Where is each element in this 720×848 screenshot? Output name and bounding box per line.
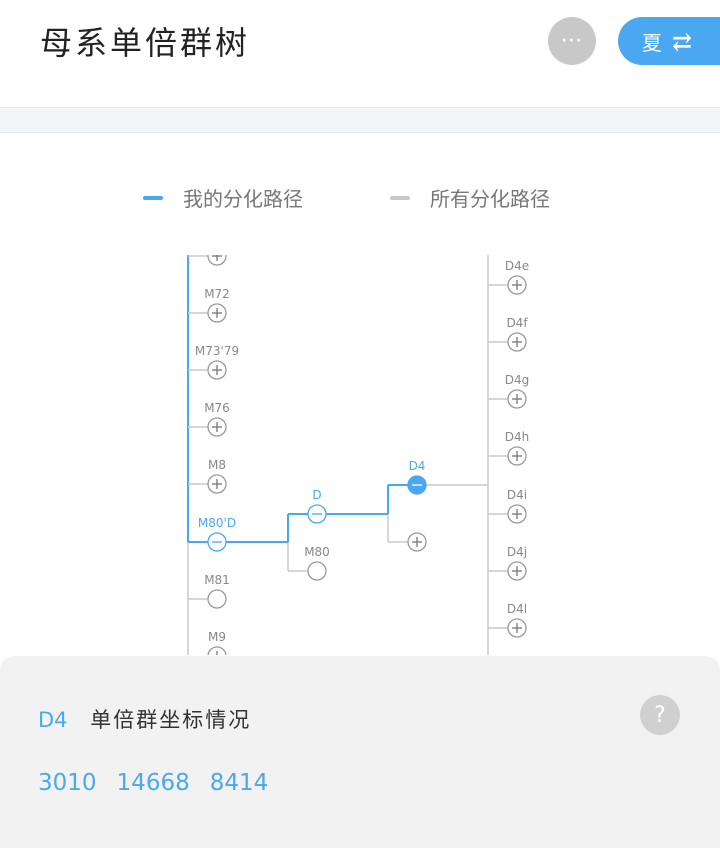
tree-node-label: M72 bbox=[204, 287, 230, 301]
legend-item-all-paths: 所有分化路径 bbox=[390, 183, 550, 212]
coordinate-value: 8414 bbox=[209, 770, 269, 796]
legend-item-my-path: 我的分化路径 bbox=[143, 183, 303, 212]
tree-node-label: M80'D bbox=[198, 516, 236, 530]
panel-title-text: 单倍群坐标情况 bbox=[90, 708, 252, 732]
tree-node-label: M9 bbox=[208, 630, 226, 644]
coordinate-value: 3010 bbox=[38, 770, 97, 796]
tree-node[interactable] bbox=[207, 589, 227, 609]
swap-icon: ⇄ bbox=[672, 26, 693, 56]
tree-node-label: D4j bbox=[507, 545, 527, 559]
more-options-button[interactable]: ⋯ bbox=[548, 17, 596, 65]
more-icon: ⋯ bbox=[560, 28, 584, 53]
tree-node-label: M81 bbox=[204, 573, 230, 587]
tree-canvas: M72 M73'79 M76 M8 M80'D M81 M9 D M80 D4 D4e D4f D4g D… bbox=[187, 255, 530, 655]
tree-node-label: D4e bbox=[505, 259, 529, 273]
my-path-swatch bbox=[143, 195, 163, 200]
tree-node-label: D4 bbox=[409, 459, 426, 473]
help-button[interactable]: ? bbox=[640, 695, 680, 735]
season-label: 夏 bbox=[642, 30, 662, 55]
legend-label-all-paths: 所有分化路径 bbox=[430, 187, 550, 211]
coordinate-value: 14668 bbox=[116, 770, 190, 796]
legend-label-my-path: 我的分化路径 bbox=[183, 187, 303, 211]
tree-node-label: D bbox=[312, 488, 321, 502]
tree-node-label: M80 bbox=[304, 545, 330, 559]
tree-node-label: D4h bbox=[505, 430, 529, 444]
season-switch-button[interactable]: 夏 ⇄ bbox=[618, 17, 720, 65]
tree-node-label: D4g bbox=[505, 373, 530, 387]
panel-haplogroup: D4 bbox=[38, 708, 68, 732]
page-title: 母系单倍群树 bbox=[40, 24, 251, 62]
tree-node-label: M76 bbox=[204, 401, 230, 415]
tree-node-label: M8 bbox=[208, 458, 226, 472]
tree-node-label: D4l bbox=[507, 602, 527, 616]
haplogroup-tree[interactable]: M72 M73'79 M76 M8 M80'D M81 M9 D M80 D4 D4e D4f D4g D… bbox=[0, 255, 720, 655]
question-icon: ? bbox=[654, 702, 666, 728]
all-paths-swatch bbox=[390, 195, 410, 200]
header-divider-band bbox=[0, 107, 720, 133]
tree-node-label: D4i bbox=[507, 488, 527, 502]
tree-node-label: M73'79 bbox=[195, 344, 239, 358]
coordinate-panel: D4 单倍群坐标情况 ? 3010 14668 8414 bbox=[0, 656, 720, 848]
panel-title: D4 单倍群坐标情况 bbox=[38, 704, 251, 734]
header: 母系单倍群树 ⋯ 夏 ⇄ bbox=[0, 0, 720, 107]
tree-node-label: D4f bbox=[506, 316, 528, 330]
tree-node[interactable] bbox=[307, 561, 327, 581]
coordinate-list: 3010 14668 8414 bbox=[38, 770, 268, 796]
legend: 我的分化路径 所有分化路径 bbox=[0, 183, 720, 211]
